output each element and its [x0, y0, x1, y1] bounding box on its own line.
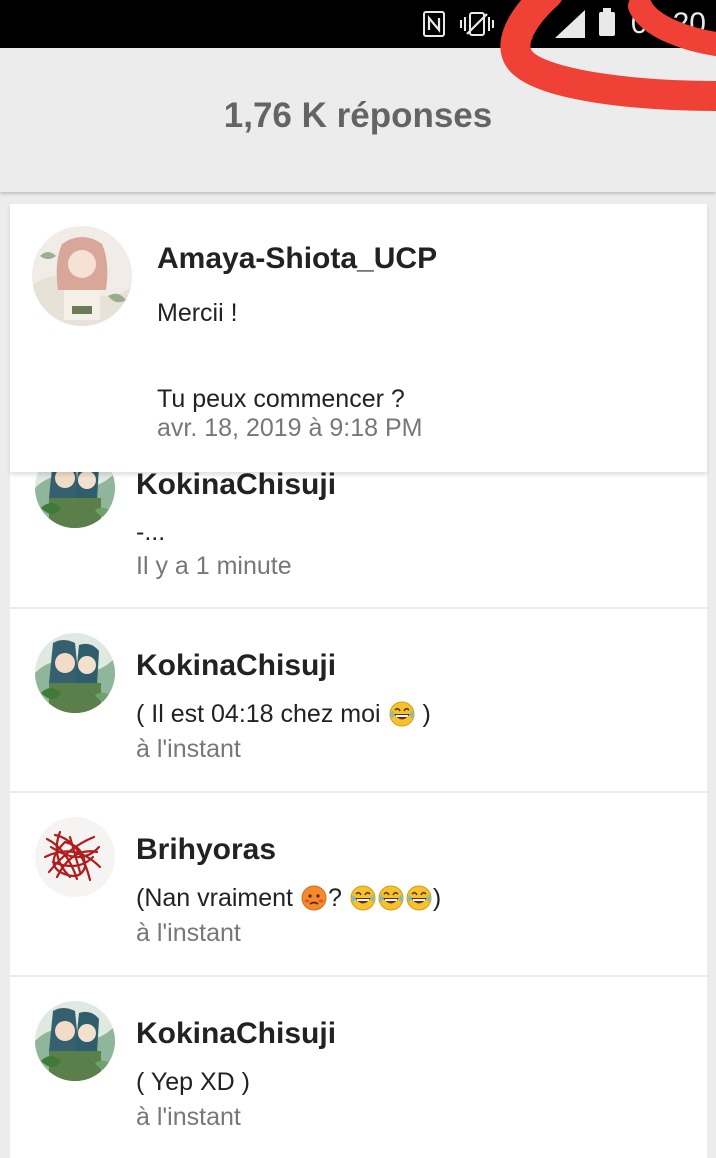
replies-count-title: 1,76 K réponses — [223, 96, 493, 135]
reply-message: ( Il est 04:18 chez moi ) — [136, 700, 431, 728]
list-item[interactable]: KokinaChisuji ( Il est 04:18 chez moi ) … — [10, 609, 707, 791]
reply-author[interactable]: Brihyoras — [136, 833, 276, 867]
reply-author[interactable]: KokinaChisuji — [136, 649, 336, 683]
laughing-tears-emoji — [389, 701, 415, 727]
laughing-tears-emoji — [350, 885, 376, 911]
signal-icon — [553, 9, 587, 39]
comment-author[interactable]: Amaya-Shiota_UCP — [157, 242, 437, 276]
thread-header: 1,76 K réponses — [0, 48, 716, 192]
list-item[interactable]: KokinaChisuji ( Yep XD ) à l'instant — [10, 977, 707, 1158]
status-time: 04:20 — [630, 7, 706, 40]
avatar[interactable] — [32, 226, 132, 326]
reply-timestamp: Il y a 1 minute — [136, 552, 292, 580]
avatar[interactable] — [35, 817, 115, 897]
reply-timestamp: à l'instant — [136, 919, 241, 947]
wifi-icon — [509, 8, 541, 40]
avatar[interactable] — [35, 1001, 115, 1081]
comment-message: Mercii ! Tu peux commencer ? — [157, 299, 405, 413]
comment-timestamp: avr. 18, 2019 à 9:18 PM — [157, 414, 423, 442]
reply-message: ( Yep XD ) — [136, 1068, 250, 1096]
reply-message: -... — [136, 518, 166, 546]
nfc-icon — [422, 11, 445, 37]
parent-comment[interactable]: Amaya-Shiota_UCP Mercii ! Tu peux commen… — [10, 204, 707, 472]
status-bar: 04:20 — [0, 0, 716, 48]
reply-message: (Nan vraiment ? ) — [136, 884, 442, 912]
vibrate-icon — [457, 10, 497, 38]
reply-timestamp: à l'instant — [136, 735, 241, 763]
battery-icon — [598, 8, 615, 36]
list-item[interactable]: Brihyoras (Nan vraiment ? ) à l'instant — [10, 793, 707, 975]
reply-author[interactable]: KokinaChisuji — [136, 468, 336, 502]
flushed-emoji — [301, 885, 327, 911]
laughing-tears-emoji — [406, 885, 432, 911]
laughing-tears-emoji — [378, 885, 404, 911]
reply-author[interactable]: KokinaChisuji — [136, 1017, 336, 1051]
app-screen: 04:20 1,76 K réponses Amaya-Shiota_UCP M… — [0, 0, 716, 1158]
list-item[interactable]: KokinaChisuji -... Il y a 1 minute — [10, 452, 707, 608]
reply-timestamp: à l'instant — [136, 1103, 241, 1131]
avatar[interactable] — [35, 633, 115, 713]
